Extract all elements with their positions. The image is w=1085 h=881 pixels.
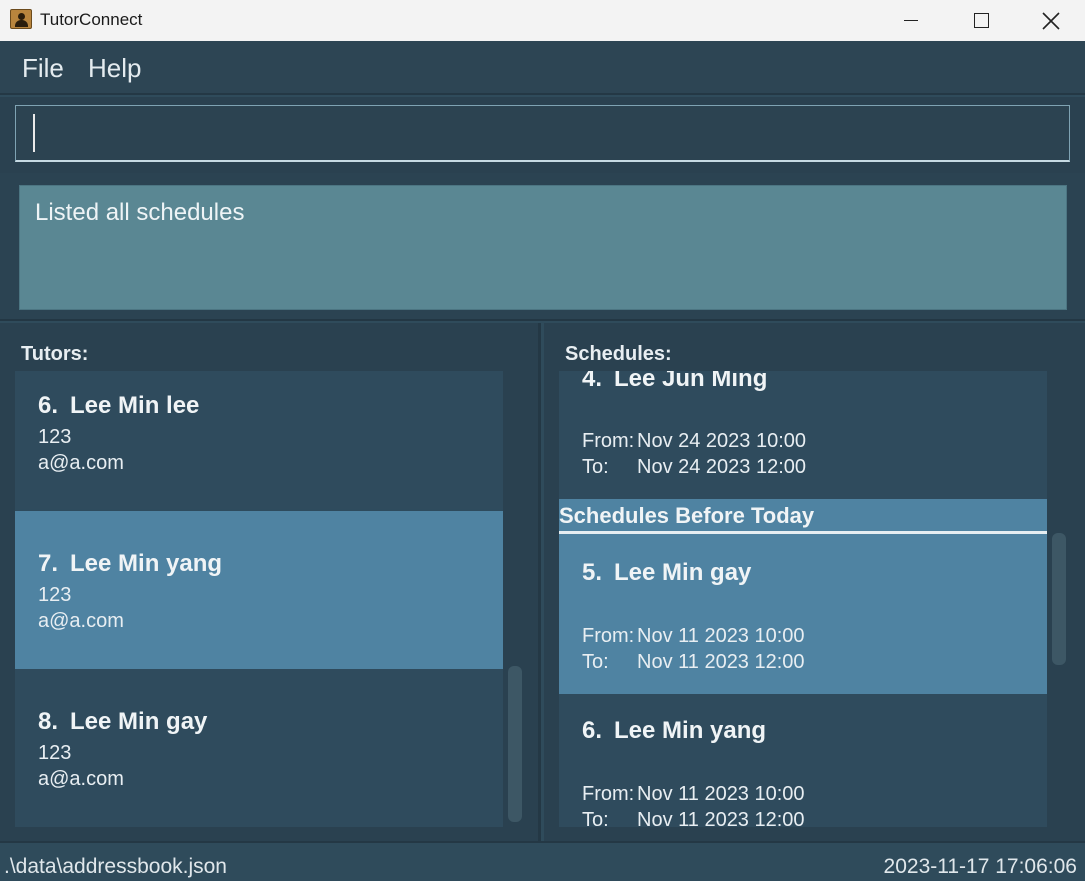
schedule-card-selected[interactable]: 5. Lee Min gay From: Nov 11 2023 10:00 To:… (559, 534, 1047, 694)
section-header-label: Schedules Before Today (559, 503, 815, 528)
tutor-name: 7. Lee Min yang (38, 550, 223, 577)
result-message: Listed all schedules (35, 199, 245, 226)
tutor-list-scrollbar[interactable] (508, 666, 522, 822)
schedule-tutor-name: 6. Lee Min yang (582, 717, 767, 744)
text-caret (33, 114, 35, 152)
schedule-to: To: Nov 24 2023 12:00 (582, 456, 807, 478)
schedule-card[interactable]: 4. Lee Jun Ming From: Nov 24 2023 10:00 To… (559, 371, 1047, 499)
schedule-tutor-name: 5. Lee Min gay (582, 559, 752, 586)
schedule-list-scrollbar[interactable] (1052, 533, 1066, 665)
result-box: Listed all schedules (19, 185, 1067, 310)
tutors-label: Tutors: (21, 343, 89, 365)
tutor-list[interactable]: 6. Lee Min lee 123 a@a.com 7. Lee Min yang… (15, 371, 503, 827)
minimize-button[interactable] (876, 0, 946, 41)
menu-help[interactable]: Help (88, 53, 141, 84)
tutor-email: a@a.com (38, 452, 124, 474)
tutor-name: 6. Lee Min lee (38, 392, 200, 419)
tutor-email: a@a.com (38, 610, 124, 632)
contact-book-icon (10, 9, 32, 29)
schedule-from: From: Nov 24 2023 10:00 (582, 430, 807, 452)
tutor-email: a@a.com (38, 768, 124, 790)
tutor-phone: 123 (38, 742, 72, 764)
tutors-panel: Tutors: 6. Lee Min lee 123 a@a.com 7. Lee … (0, 323, 541, 841)
schedule-from: From: Nov 11 2023 10:00 (582, 783, 805, 805)
tutor-phone: 123 (38, 426, 72, 448)
tutor-card-selected[interactable]: 7. Lee Min yang 123 a@a.com (15, 511, 503, 669)
maximize-button[interactable] (946, 0, 1016, 41)
menu-file[interactable]: File (22, 53, 64, 84)
close-icon (1042, 11, 1060, 30)
schedule-list[interactable]: 4. Lee Jun Ming From: Nov 24 2023 10:00 To… (559, 371, 1047, 827)
tutor-card[interactable]: 6. Lee Min lee 123 a@a.com (15, 371, 503, 509)
schedules-label: Schedules: (565, 343, 672, 365)
schedule-to: To: Nov 11 2023 12:00 (582, 651, 805, 673)
schedule-to: To: Nov 11 2023 12:00 (582, 809, 805, 827)
status-bar: .\data\addressbook.json 2023-11-17 17:06… (0, 841, 1085, 881)
maximize-icon (973, 13, 989, 28)
schedule-from: From: Nov 11 2023 10:00 (582, 625, 805, 647)
command-input[interactable] (15, 105, 1070, 162)
result-display: Listed all schedules (0, 173, 1085, 321)
schedules-panel: Schedules: 4. Lee Jun Ming From: Nov 24 20… (544, 323, 1085, 841)
title-bar: TutorConnect (0, 0, 1085, 41)
section-header-before-today: Schedules Before Today (559, 499, 1047, 534)
data-file-path: .\data\addressbook.json (4, 855, 227, 878)
schedule-card[interactable]: 6. Lee Min yang From: Nov 11 2023 10:00 To… (559, 694, 1047, 827)
close-button[interactable] (1016, 0, 1085, 41)
status-timestamp: 2023-11-17 17:06:06 (883, 855, 1077, 878)
tutor-name: 8. Lee Min gay (38, 708, 208, 735)
window-title: TutorConnect (40, 10, 143, 29)
command-box (0, 97, 1085, 173)
minimize-icon (904, 19, 918, 22)
schedule-tutor-name: 4. Lee Jun Ming (582, 371, 768, 392)
menu-bar: File Help (0, 41, 1085, 95)
tutor-phone: 123 (38, 584, 72, 606)
tutor-card[interactable]: 8. Lee Min gay 123 a@a.com (15, 669, 503, 827)
